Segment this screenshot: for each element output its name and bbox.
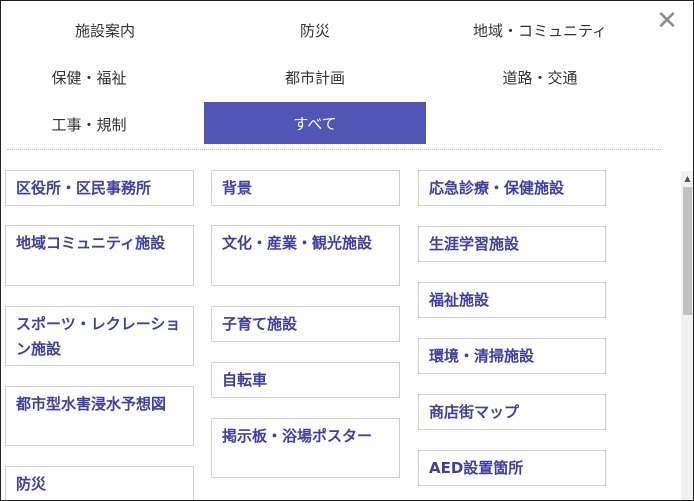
category-childcare[interactable]: 子育て施設: [211, 306, 400, 342]
category-aed[interactable]: AED設置箇所: [418, 450, 606, 486]
tab-facility-guide[interactable]: 施設案内: [7, 9, 203, 51]
category-flood-map[interactable]: 都市型水害浸水予想図: [5, 386, 194, 446]
category-background[interactable]: 背景: [211, 170, 400, 206]
tab-roads-traffic[interactable]: 道路・交通: [427, 56, 653, 98]
category-shopping-street-map[interactable]: 商店街マップ: [418, 394, 606, 430]
category-bicycle[interactable]: 自転車: [211, 362, 400, 398]
panel-overlay: 施設案内 防災 地域・コミュニティ 保健・福祉 都市計画 道路・交通 工事・規制…: [1, 1, 693, 500]
category-sports-recreation[interactable]: スポーツ・レクレーション施設: [5, 306, 194, 366]
category-community-facility[interactable]: 地域コミュニティ施設: [5, 225, 194, 286]
close-icon[interactable]: ✕: [655, 8, 679, 34]
tab-health-welfare[interactable]: 保健・福祉: [7, 56, 171, 98]
category-welfare[interactable]: 福祉施設: [418, 282, 606, 318]
scroll-up-arrow-icon[interactable]: ▲: [681, 171, 693, 185]
tab-community[interactable]: 地域・コミュニティ: [427, 9, 653, 51]
category-environment[interactable]: 環境・清掃施設: [418, 338, 606, 374]
category-ward-office[interactable]: 区役所・区民事務所: [5, 170, 194, 206]
divider: [7, 149, 661, 150]
tab-disaster-prevention[interactable]: 防災: [215, 9, 415, 51]
category-disaster[interactable]: 防災: [5, 466, 194, 500]
tab-construction[interactable]: 工事・規制: [7, 103, 171, 145]
category-culture-tourism[interactable]: 文化・産業・観光施設: [211, 225, 400, 286]
scrollbar[interactable]: ▲: [681, 171, 693, 500]
category-panel: 施設案内 防災 地域・コミュニティ 保健・福祉 都市計画 道路・交通 工事・規制…: [0, 0, 694, 501]
scrollbar-thumb[interactable]: [683, 187, 692, 315]
tab-urban-planning[interactable]: 都市計画: [215, 56, 415, 98]
category-bulletin-board[interactable]: 掲示板・浴場ポスター: [211, 418, 400, 478]
category-lifelong-learning[interactable]: 生涯学習施設: [418, 226, 606, 262]
category-emergency-clinic[interactable]: 応急診療・保健施設: [418, 170, 606, 206]
tab-all[interactable]: すべて: [204, 102, 426, 144]
